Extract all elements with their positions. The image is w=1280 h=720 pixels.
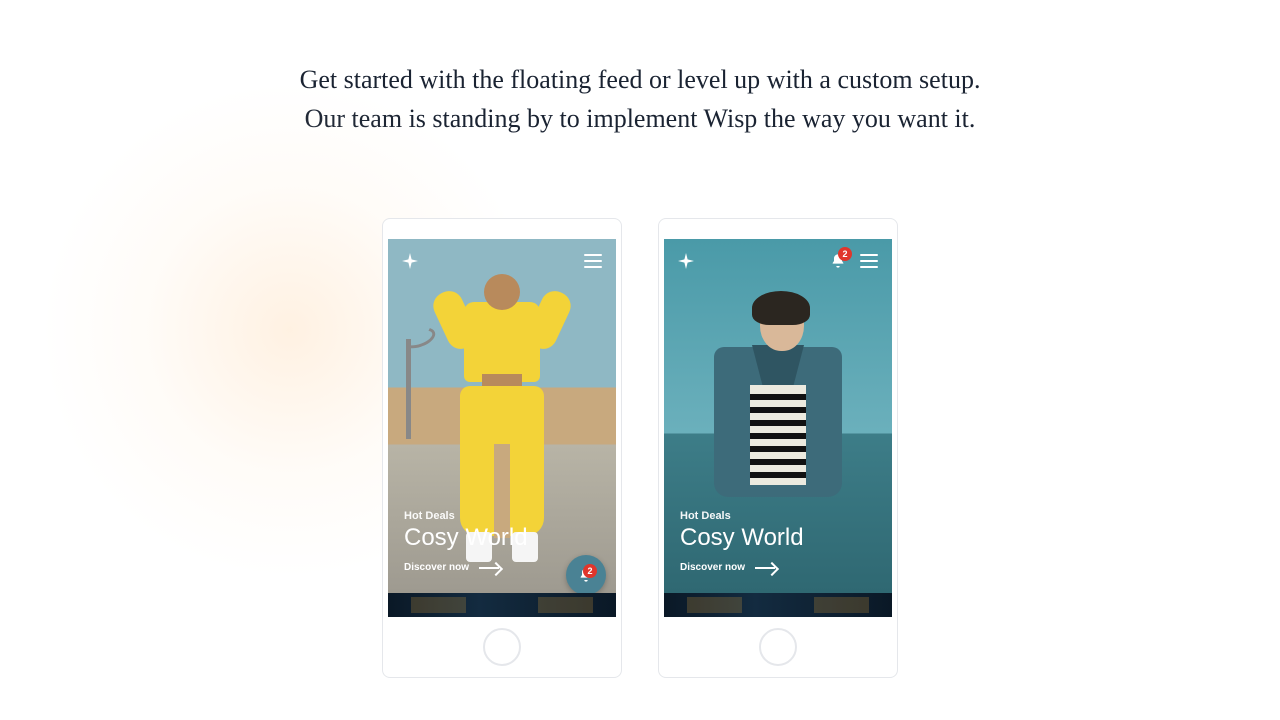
hero-nav: 2 — [678, 253, 878, 269]
hero-title: Cosy World — [404, 524, 528, 552]
phone-home-button — [483, 628, 521, 666]
next-card-peek[interactable] — [388, 593, 616, 617]
headline-line1: Get started with the floating feed or le… — [300, 65, 981, 94]
hero-card[interactable]: Hot Deals Cosy World Discover now 2 — [388, 239, 616, 593]
page-headline: Get started with the floating feed or le… — [0, 0, 1280, 138]
notification-badge: 2 — [838, 247, 852, 261]
arrow-right-icon — [479, 564, 501, 572]
discover-link[interactable]: Discover now — [404, 562, 528, 573]
discover-label: Discover now — [680, 562, 745, 573]
phone-mockups-row: Hot Deals Cosy World Discover now 2 — [0, 218, 1280, 678]
headline-line2: Our team is standing by to implement Wis… — [305, 104, 976, 133]
hero-title: Cosy World — [680, 524, 804, 552]
hero-card[interactable]: 2 Hot Deals Cosy World Discover now — [664, 239, 892, 593]
sparkle-icon[interactable] — [402, 253, 418, 269]
header-bell-button[interactable]: 2 — [830, 253, 846, 269]
phone-screen: 2 Hot Deals Cosy World Discover now — [664, 239, 892, 618]
hero-nav — [402, 253, 602, 269]
floating-bell-button[interactable]: 2 — [566, 555, 606, 593]
phone-mockup-floating: Hot Deals Cosy World Discover now 2 — [382, 218, 622, 678]
hamburger-icon[interactable] — [860, 254, 878, 268]
discover-link[interactable]: Discover now — [680, 562, 804, 573]
phone-home-button — [759, 628, 797, 666]
discover-label: Discover now — [404, 562, 469, 573]
phone-screen: Hot Deals Cosy World Discover now 2 — [388, 239, 616, 618]
hero-eyebrow: Hot Deals — [404, 510, 528, 522]
sparkle-icon[interactable] — [678, 253, 694, 269]
basketball-hoop-pole — [406, 339, 411, 439]
hero-eyebrow: Hot Deals — [680, 510, 804, 522]
bell-wrap: 2 — [578, 567, 594, 583]
next-card-peek[interactable] — [664, 593, 892, 617]
hero-text: Hot Deals Cosy World Discover now — [680, 510, 804, 573]
hero-text: Hot Deals Cosy World Discover now — [404, 510, 528, 573]
notification-badge: 2 — [583, 564, 597, 578]
hamburger-icon[interactable] — [584, 254, 602, 268]
phone-mockup-header-bell: 2 Hot Deals Cosy World Discover now — [658, 218, 898, 678]
arrow-right-icon — [755, 564, 777, 572]
